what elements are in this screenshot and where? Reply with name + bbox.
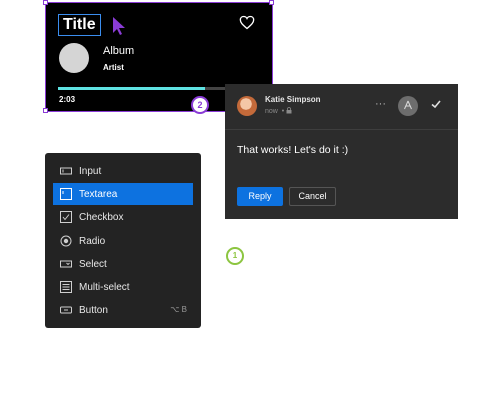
artist-name: Artist	[103, 63, 124, 72]
multi-select-icon	[60, 281, 72, 293]
menu-item-button[interactable]: Button ⌥ B	[53, 299, 193, 321]
menu-item-select[interactable]: Select	[53, 253, 193, 275]
comment-time-label: now	[265, 108, 278, 115]
menu-item-input[interactable]: Input	[53, 160, 193, 182]
assign-user-icon[interactable]	[398, 96, 418, 116]
checkbox-icon	[60, 211, 72, 223]
cursor-pointer-icon	[113, 17, 125, 35]
component-menu: Input Textarea Checkbox Radio Select Mul…	[45, 153, 201, 328]
menu-item-multi-select[interactable]: Multi-select	[53, 276, 193, 298]
comment-body: That works! Let's do it :)	[237, 144, 349, 156]
resolve-check-icon[interactable]	[430, 98, 442, 110]
menu-item-label: Select	[79, 259, 107, 270]
selection-handle-top-right[interactable]	[269, 0, 274, 5]
progress-fill	[58, 87, 206, 90]
menu-item-checkbox[interactable]: Checkbox	[53, 206, 193, 228]
lock-icon	[286, 107, 292, 114]
input-icon	[60, 167, 72, 175]
elapsed-time: 2:03	[59, 95, 76, 104]
selection-handle-top-left[interactable]	[43, 0, 48, 5]
comment-pin-1[interactable]: 1	[226, 247, 244, 265]
button-icon	[60, 306, 72, 314]
menu-item-textarea[interactable]: Textarea	[53, 183, 193, 205]
avatar	[237, 96, 257, 116]
menu-item-radio[interactable]: Radio	[53, 230, 193, 252]
more-options-icon[interactable]: ···	[375, 98, 386, 110]
textarea-icon	[60, 188, 72, 200]
select-icon	[60, 260, 72, 268]
selection-handle-bottom-left[interactable]	[43, 108, 48, 113]
album-art	[59, 43, 89, 73]
keyboard-shortcut: ⌥ B	[170, 305, 187, 314]
menu-item-label: Textarea	[79, 189, 118, 200]
radio-icon	[60, 235, 72, 247]
comment-card: Katie Simpson now • ··· That works! Let'…	[225, 84, 458, 219]
menu-item-label: Multi-select	[79, 282, 130, 293]
heart-icon[interactable]	[239, 15, 255, 30]
comment-timestamp: now •	[265, 107, 292, 115]
menu-item-label: Checkbox	[79, 212, 124, 223]
comment-author: Katie Simpson	[265, 95, 321, 104]
menu-item-label: Radio	[79, 236, 106, 247]
album-name: Album	[103, 45, 135, 57]
player-title[interactable]: Title	[58, 14, 101, 36]
comment-header: Katie Simpson now • ···	[225, 84, 458, 130]
cancel-button[interactable]: Cancel	[289, 187, 336, 206]
comment-pin-2[interactable]: 2	[191, 96, 209, 114]
menu-item-label: Button	[79, 305, 108, 316]
menu-item-label: Input	[79, 166, 102, 177]
reply-button[interactable]: Reply	[237, 187, 283, 206]
